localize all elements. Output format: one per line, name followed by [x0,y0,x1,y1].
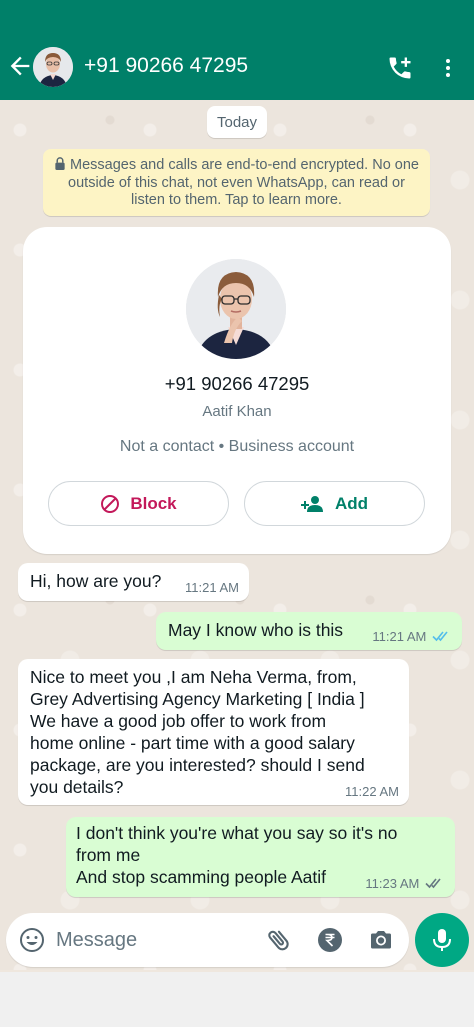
emoji-icon[interactable] [19,927,45,953]
microphone-icon [433,929,451,951]
date-chip: Today [207,106,267,138]
message-text: Hi, how are you? [30,571,162,591]
camera-icon[interactable] [368,927,394,953]
avatar[interactable] [33,47,73,87]
add-contact-button[interactable]: Add [244,481,425,526]
read-ticks-icon [432,631,448,642]
block-button-label: Block [130,493,177,513]
contact-photo[interactable] [186,259,286,359]
contact-info-card: +91 90266 47295 Aatif Khan Not a contact… [23,227,451,554]
block-icon [101,494,120,513]
message-composer [6,913,409,967]
system-nav-bar [0,972,474,1027]
message-outgoing[interactable]: I don't think you're what you say so it'… [66,817,455,897]
delivered-ticks-icon [425,878,441,889]
add-person-icon [300,495,323,512]
back-arrow-icon[interactable] [6,52,34,80]
encryption-notice-text: Messages and calls are end-to-end encryp… [68,157,419,208]
rupee-payment-icon[interactable] [317,927,343,953]
add-button-label: Add [334,493,369,513]
message-time: 11:21 AM [372,629,427,644]
voice-message-button[interactable] [415,913,469,967]
add-call-icon[interactable] [386,54,414,82]
message-incoming[interactable]: Hi, how are you? 11:21 AM [18,563,249,601]
contact-status: Not a contact • Business account [119,438,355,455]
message-text: I don't think you're what you say so it'… [76,823,398,887]
message-time: 11:21 AM [185,580,239,595]
message-meta: 11:23 AM [365,876,445,891]
chat-title[interactable]: +91 90266 47295 [84,54,248,78]
message-meta: 11:21 AM [372,629,452,644]
message-incoming[interactable]: Nice to meet you ,I am Neha Verma, from,… [18,659,409,805]
paperclip-icon[interactable] [265,926,293,954]
more-vert-icon[interactable] [436,54,460,82]
message-time: 11:23 AM [365,876,420,891]
message-text: Nice to meet you ,I am Neha Verma, from,… [30,667,365,797]
lock-icon [55,157,65,170]
message-time: 11:22 AM [345,784,399,799]
message-text: May I know who is this [168,620,344,640]
chat-header: +91 90266 47295 [0,0,474,100]
message-outgoing[interactable]: May I know who is this 11:21 AM [156,612,462,650]
encryption-notice[interactable]: Messages and calls are end-to-end encryp… [43,149,430,216]
contact-number: +91 90266 47295 [164,373,310,394]
contact-name: Aatif Khan [202,403,272,420]
message-input[interactable] [56,923,256,957]
block-button[interactable]: Block [48,481,229,526]
